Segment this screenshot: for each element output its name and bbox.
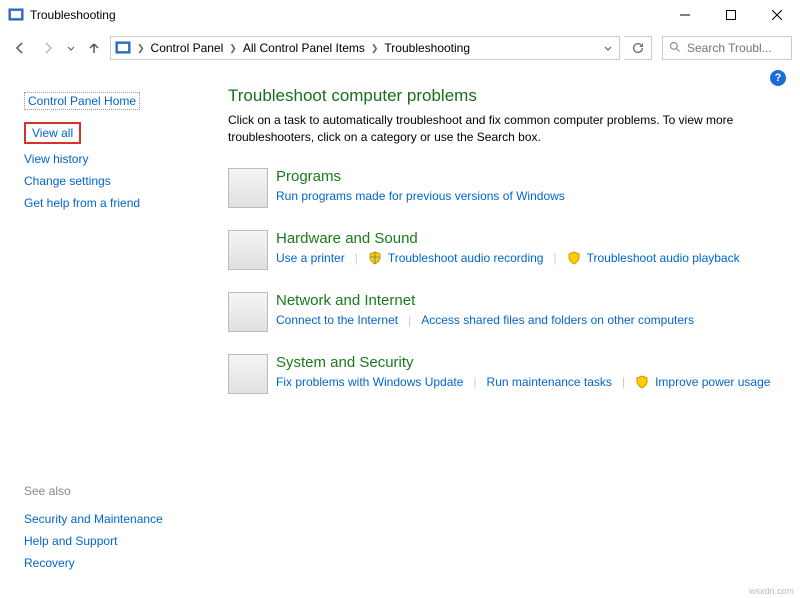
maximize-button[interactable]	[708, 0, 754, 30]
category-network: Network and Internet Connect to the Inte…	[228, 292, 786, 332]
search-box[interactable]	[662, 36, 792, 60]
category-programs: Programs Run programs made for previous …	[228, 168, 786, 208]
link-help-support[interactable]: Help and Support	[24, 530, 163, 552]
category-title[interactable]: Hardware and Sound	[276, 230, 786, 247]
sidebar-item-view-all[interactable]: View all	[24, 122, 81, 144]
navbar: ❯ Control Panel ❯ All Control Panel Item…	[0, 30, 800, 66]
category-title[interactable]: System and Security	[276, 354, 786, 371]
page-description: Click on a task to automatically trouble…	[228, 112, 786, 146]
control-panel-home-link[interactable]: Control Panel Home	[24, 92, 140, 110]
breadcrumb-item[interactable]: All Control Panel Items	[241, 41, 367, 55]
link-connect-internet[interactable]: Connect to the Internet	[276, 313, 398, 327]
shield-icon	[368, 251, 382, 265]
address-bar[interactable]: ❯ Control Panel ❯ All Control Panel Item…	[110, 36, 620, 60]
link-maintenance[interactable]: Run maintenance tasks	[487, 375, 612, 389]
sidebar: Control Panel Home View all View history…	[24, 86, 224, 416]
link-audio-recording[interactable]: Troubleshoot audio recording	[388, 251, 544, 265]
refresh-button[interactable]	[624, 36, 652, 60]
see-also: See also Security and Maintenance Help a…	[24, 484, 163, 574]
titlebar: Troubleshooting	[0, 0, 800, 30]
sidebar-item-get-help[interactable]: Get help from a friend	[24, 192, 224, 214]
window-title: Troubleshooting	[30, 8, 662, 22]
category-hardware: Hardware and Sound Use a printer | Troub…	[228, 230, 786, 270]
link-windows-update[interactable]: Fix problems with Windows Update	[276, 375, 463, 389]
minimize-button[interactable]	[662, 0, 708, 30]
hardware-icon	[228, 230, 268, 270]
shield-icon	[635, 375, 649, 389]
chevron-right-icon[interactable]: ❯	[135, 43, 147, 54]
page-title: Troubleshoot computer problems	[228, 86, 786, 106]
back-button[interactable]	[8, 36, 32, 60]
category-system: System and Security Fix problems with Wi…	[228, 354, 786, 394]
breadcrumb-item[interactable]: Troubleshooting	[382, 41, 472, 55]
watermark: wsxdn.com	[749, 586, 794, 596]
app-icon	[8, 7, 24, 23]
link-shared-files[interactable]: Access shared files and folders on other…	[421, 313, 694, 327]
location-icon	[115, 40, 131, 56]
search-input[interactable]	[687, 41, 785, 55]
category-title[interactable]: Programs	[276, 168, 786, 185]
link-audio-playback[interactable]: Troubleshoot audio playback	[587, 251, 740, 265]
sidebar-item-view-history[interactable]: View history	[24, 148, 224, 170]
history-dropdown[interactable]	[64, 41, 78, 55]
link-security-maintenance[interactable]: Security and Maintenance	[24, 508, 163, 530]
link-use-printer[interactable]: Use a printer	[276, 251, 345, 265]
help-icon[interactable]: ?	[770, 70, 786, 86]
link-run-compat[interactable]: Run programs made for previous versions …	[276, 189, 565, 203]
main-content: Troubleshoot computer problems Click on …	[224, 86, 786, 416]
breadcrumb-item[interactable]: Control Panel	[149, 41, 226, 55]
link-power-usage[interactable]: Improve power usage	[655, 375, 770, 389]
search-icon	[669, 41, 681, 56]
up-button[interactable]	[82, 36, 106, 60]
address-dropdown[interactable]	[601, 41, 615, 55]
forward-button[interactable]	[36, 36, 60, 60]
network-icon	[228, 292, 268, 332]
category-title[interactable]: Network and Internet	[276, 292, 786, 309]
chevron-right-icon[interactable]: ❯	[227, 43, 239, 54]
chevron-right-icon[interactable]: ❯	[369, 43, 381, 54]
see-also-title: See also	[24, 484, 163, 498]
close-button[interactable]	[754, 0, 800, 30]
programs-icon	[228, 168, 268, 208]
sidebar-item-change-settings[interactable]: Change settings	[24, 170, 224, 192]
shield-icon	[567, 251, 581, 265]
system-icon	[228, 354, 268, 394]
link-recovery[interactable]: Recovery	[24, 552, 163, 574]
